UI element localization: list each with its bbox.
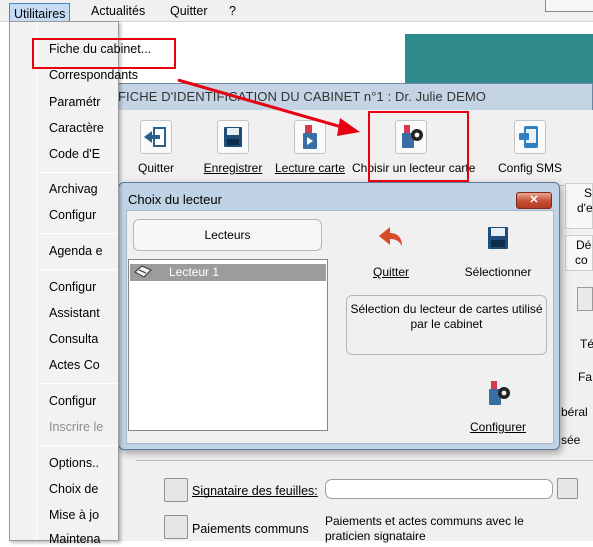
annotation-arrow — [177, 78, 360, 136]
